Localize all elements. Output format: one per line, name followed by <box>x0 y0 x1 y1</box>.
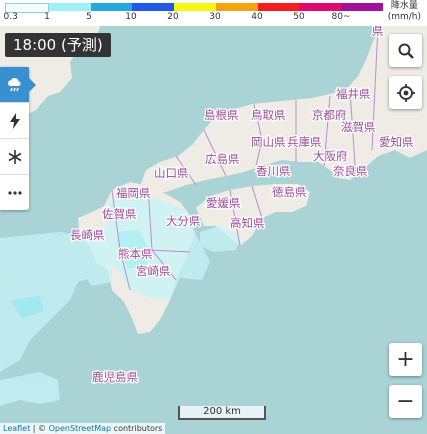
legend-swatch <box>299 3 342 11</box>
label-ishikawa: 県 <box>372 24 384 38</box>
label-miyazaki: 宮崎県 <box>136 264 171 278</box>
legend-swatch <box>341 3 384 11</box>
precipitation-legend: 0.3 1 5 10 20 30 40 50 80~ 降水量 (mm/h) <box>0 0 427 26</box>
legend-color-bar <box>5 3 384 13</box>
label-hiroshima: 広島県 <box>205 152 240 166</box>
label-oita: 大分県 <box>166 214 201 228</box>
more-options-button[interactable] <box>0 175 29 210</box>
label-okayama: 岡山県 <box>251 135 286 149</box>
weather-map[interactable]: 福井県 島根県 鳥取県 京都府 滋賀県 岡山県 広島県 兵庫県 大阪府 愛知県 … <box>0 0 427 434</box>
lightning-layer-button[interactable] <box>0 103 29 139</box>
label-fukui: 福井県 <box>336 87 371 101</box>
legend-tick-label: 40 <box>251 12 263 22</box>
legend-swatch <box>257 3 300 11</box>
label-kagoshima: 鹿児島県 <box>92 370 138 384</box>
attribution-sep: | © <box>30 424 49 433</box>
legend-swatch <box>174 3 216 11</box>
locate-button[interactable] <box>389 76 422 109</box>
rain-cloud-icon <box>7 77 21 91</box>
legend-tick-label: 1 <box>44 12 50 22</box>
legend-tick-label: 30 <box>209 12 221 22</box>
label-osaka: 大阪府 <box>313 149 348 163</box>
layer-sidebar <box>0 67 36 210</box>
label-hyogo: 兵庫県 <box>287 135 322 149</box>
label-tottori: 鳥取県 <box>251 108 286 122</box>
search-button[interactable] <box>389 34 422 67</box>
label-ehime: 愛媛県 <box>206 196 241 210</box>
legend-tick-label: 5 <box>86 12 92 22</box>
label-nagasaki: 長崎県 <box>70 228 105 242</box>
label-tokushima: 徳島県 <box>272 185 307 199</box>
legend-swatch <box>48 3 91 11</box>
lightning-icon <box>9 112 20 129</box>
snow-layer-button[interactable] <box>0 139 29 175</box>
label-shiga: 滋賀県 <box>341 120 376 134</box>
zoom-in-button[interactable]: + <box>389 343 422 376</box>
leaflet-link[interactable]: Leaflet <box>3 424 30 433</box>
label-nara: 奈良県 <box>333 164 368 178</box>
attribution-contributors: contributors <box>111 424 163 433</box>
legend-unit: 降水量 (mm/h) <box>388 1 421 23</box>
legend-unit-mmh: (mm/h) <box>387 12 421 22</box>
search-icon <box>398 43 414 59</box>
label-saga: 佐賀県 <box>102 207 137 221</box>
legend-swatch <box>215 3 258 11</box>
label-fukuoka: 福岡県 <box>116 186 151 200</box>
locate-icon <box>396 83 415 102</box>
legend-tick-label: 0.3 <box>3 12 18 22</box>
label-kagawa: 香川県 <box>256 164 291 178</box>
label-aichi: 愛知県 <box>379 135 414 149</box>
scale-bar: 200 km <box>178 406 266 420</box>
zoom-out-button[interactable]: − <box>389 385 422 418</box>
legend-tick-label: 50 <box>293 12 305 22</box>
forecast-time-label: 18:00 (予測) <box>5 33 111 57</box>
legend-swatch <box>132 3 175 11</box>
legend-ticks: 0.3 1 5 10 20 30 40 50 80~ <box>3 12 383 24</box>
label-kumamoto: 熊本県 <box>118 247 153 261</box>
legend-tick-label: 10 <box>125 12 137 22</box>
label-kochi: 高知県 <box>230 216 265 230</box>
map-attribution: Leaflet | © OpenStreetMap contributors <box>0 423 166 434</box>
legend-unit-title: 降水量 <box>390 1 418 11</box>
osm-link[interactable]: OpenStreetMap <box>49 424 112 433</box>
legend-tick-label: 20 <box>167 12 179 22</box>
more-icon <box>7 190 22 195</box>
rain-layer-button[interactable] <box>0 67 36 103</box>
legend-swatch <box>90 3 133 11</box>
label-yamaguchi: 山口県 <box>154 166 189 180</box>
legend-tick-label: 80~ <box>331 12 351 22</box>
label-shimane: 島根県 <box>204 108 239 122</box>
snowflake-icon <box>8 149 21 164</box>
